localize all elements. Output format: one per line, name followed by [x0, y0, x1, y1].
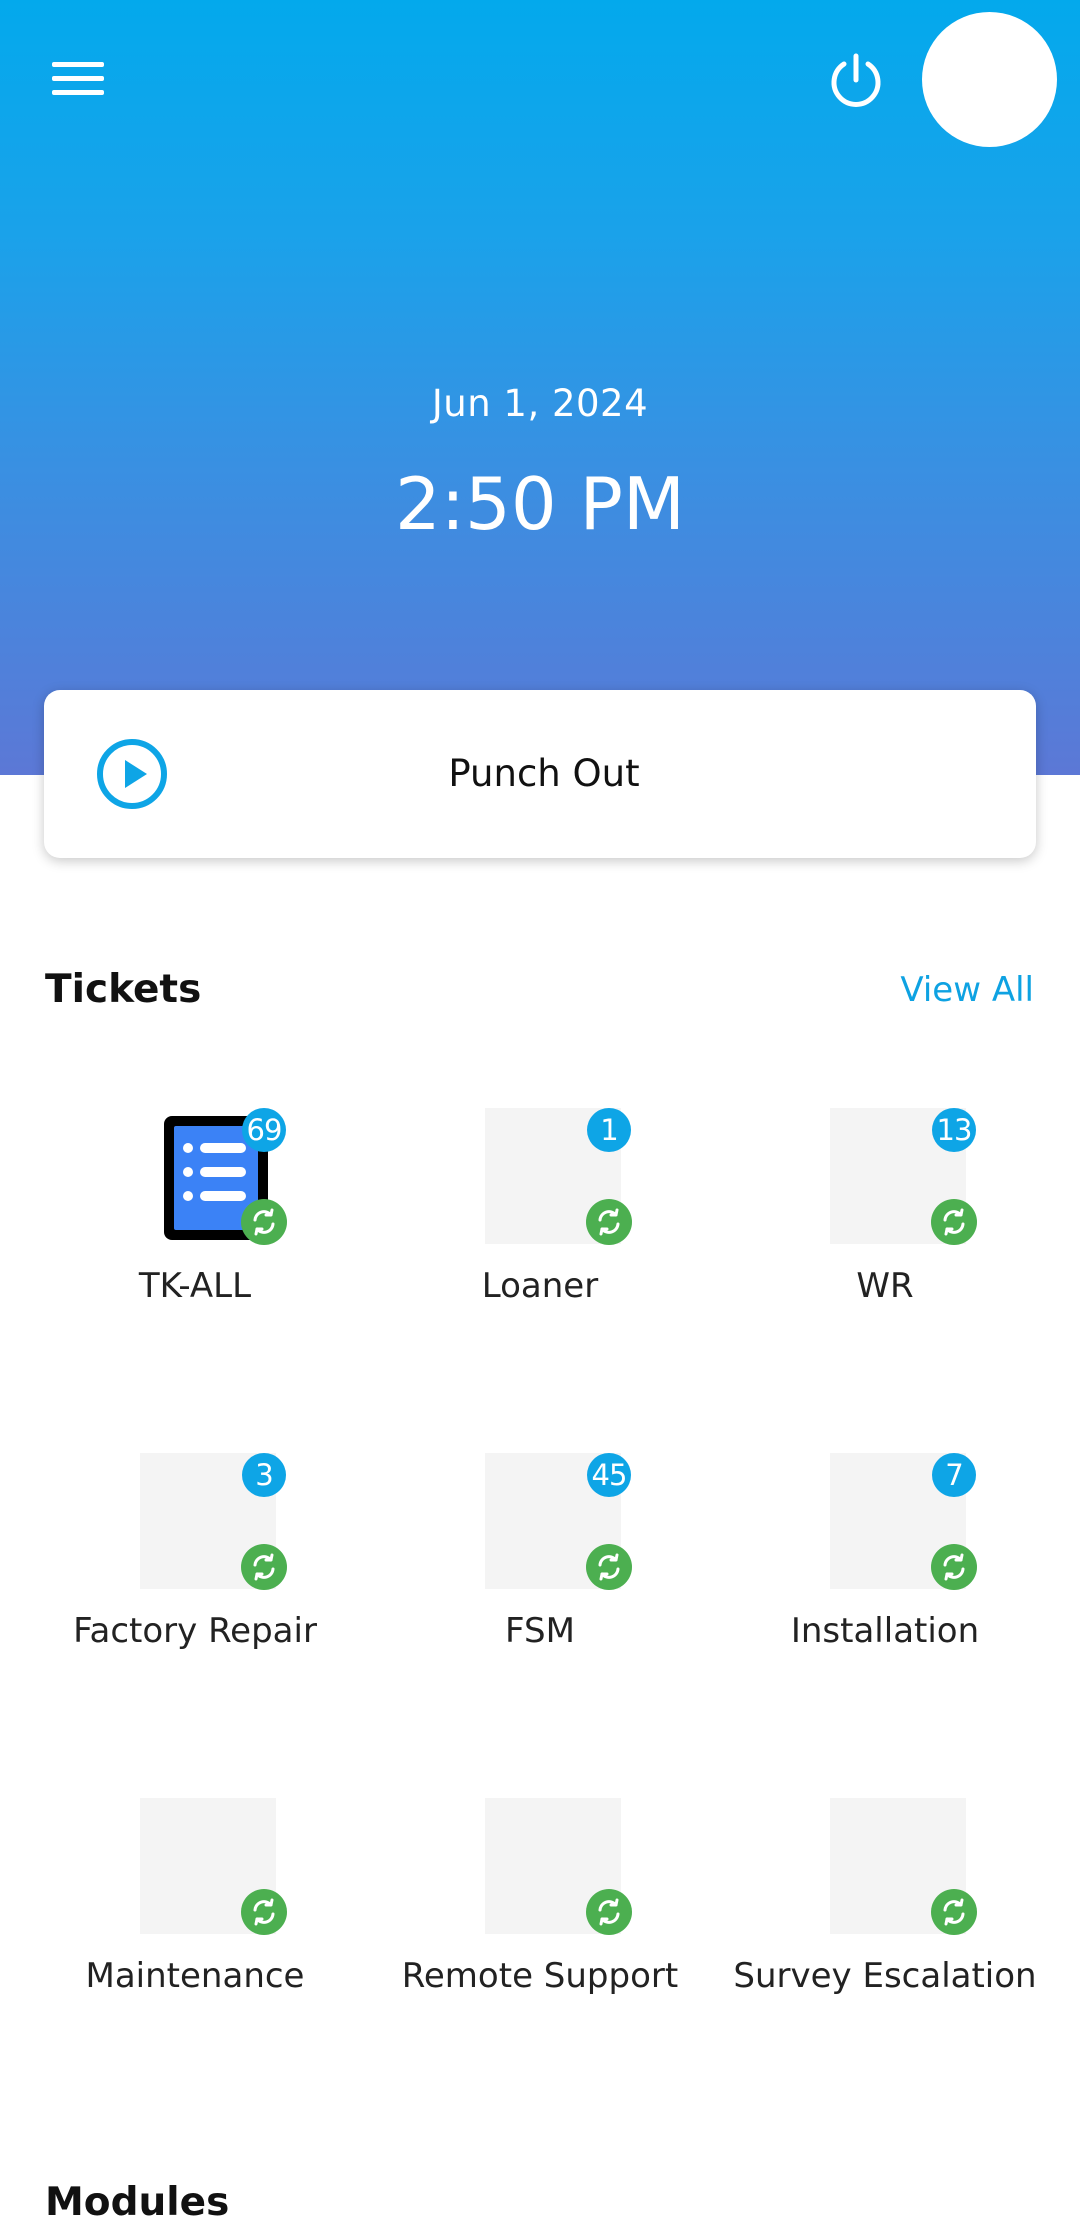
ticket-tile-survey-escalation[interactable]: Survey Escalation	[712, 1790, 1057, 2050]
sync-icon	[931, 1544, 977, 1590]
sync-icon	[586, 1544, 632, 1590]
ticket-count-badge: 7	[932, 1453, 976, 1497]
menu-icon[interactable]	[52, 58, 106, 100]
ticket-tile-label: Survey Escalation	[733, 1956, 1037, 1996]
sync-icon	[241, 1889, 287, 1935]
ticket-tile-label: WR	[856, 1266, 914, 1306]
view-all-link[interactable]: View All	[900, 970, 1034, 1010]
ticket-tile-fsm[interactable]: 45 FSM	[367, 1445, 712, 1705]
sync-icon	[241, 1544, 287, 1590]
ticket-tile-label: Maintenance	[85, 1956, 305, 1996]
tickets-section-title: Tickets	[45, 967, 202, 1012]
ticket-tile-wr[interactable]: 13 WR	[712, 1100, 1057, 1360]
current-time: 2:50 PM	[394, 462, 686, 546]
ticket-tile-label: FSM	[505, 1611, 575, 1651]
punch-out-button[interactable]: Punch Out	[44, 690, 1036, 858]
ticket-tile-tk-all[interactable]: 69 TK-ALL	[22, 1100, 367, 1360]
ticket-tile-label: Factory Repair	[73, 1611, 317, 1651]
ticket-tile-maintenance[interactable]: Maintenance	[22, 1790, 367, 2050]
ticket-tile-remote-support[interactable]: Remote Support	[367, 1790, 712, 2050]
ticket-tile-label: Loaner	[481, 1266, 599, 1306]
sync-icon	[586, 1889, 632, 1935]
ticket-tile-installation[interactable]: 7 Installation	[712, 1445, 1057, 1705]
ticket-tile-factory-repair[interactable]: 3 Factory Repair	[22, 1445, 367, 1705]
ticket-count-badge: 69	[242, 1108, 286, 1152]
current-date: Jun 1, 2024	[431, 382, 649, 425]
header: Jun 1, 2024 2:50 PM	[0, 0, 1080, 775]
avatar[interactable]	[922, 12, 1057, 147]
ticket-tile-label: Remote Support	[401, 1956, 679, 1996]
ticket-count-badge: 3	[242, 1453, 286, 1497]
ticket-tile-label: Installation	[790, 1611, 980, 1651]
ticket-count-badge: 45	[587, 1453, 631, 1497]
punch-out-label: Punch Out	[448, 752, 640, 795]
sync-icon	[241, 1199, 287, 1245]
sync-icon	[586, 1199, 632, 1245]
ticket-count-badge: 1	[587, 1108, 631, 1152]
power-icon[interactable]	[826, 50, 886, 110]
ticket-count-badge: 13	[932, 1108, 976, 1152]
ticket-tile-loaner[interactable]: 1 Loaner	[367, 1100, 712, 1360]
ticket-tile-label: TK-ALL	[138, 1266, 252, 1306]
sync-icon	[931, 1889, 977, 1935]
sync-icon	[931, 1199, 977, 1245]
